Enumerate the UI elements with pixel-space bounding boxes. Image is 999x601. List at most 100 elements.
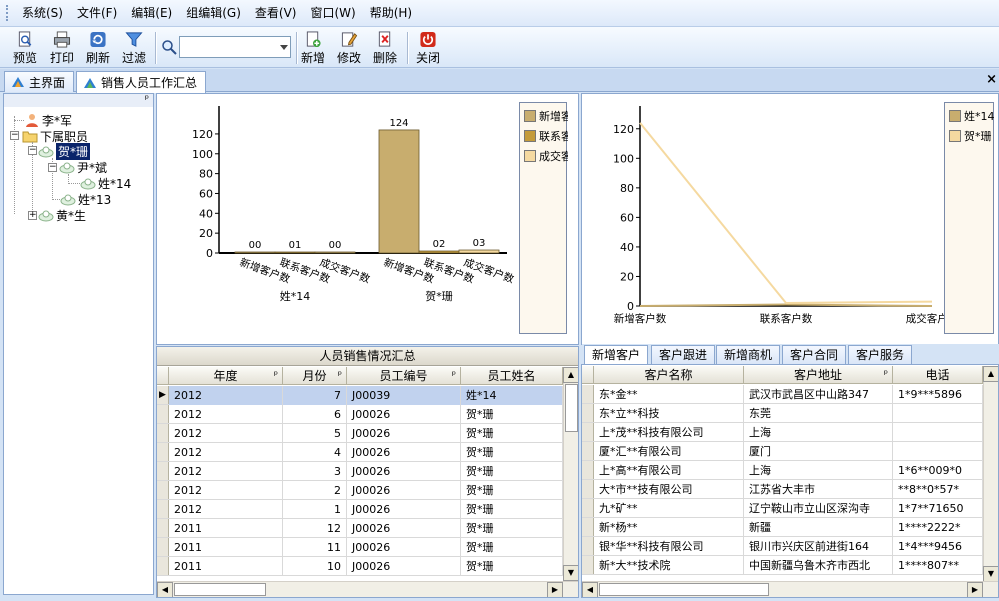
table-cell[interactable]: 2012: [169, 424, 283, 443]
tree-node-root[interactable]: 李*军: [24, 112, 72, 128]
table-cell[interactable]: 新*大**技术院: [594, 556, 744, 575]
table-row[interactable]: 九*矿** 辽宁鞍山市立山区深沟寺 1*7**71650: [582, 499, 983, 518]
pin-icon[interactable]: ᵖ: [338, 367, 342, 385]
table-cell[interactable]: 1*7**71650: [893, 499, 983, 518]
table-row[interactable]: 东*立**科技 东莞: [582, 404, 983, 423]
table-cell[interactable]: 11: [283, 538, 347, 557]
table-cell[interactable]: 7: [283, 386, 347, 405]
add-button[interactable]: 新增: [301, 30, 325, 66]
column-header-employee-id[interactable]: 员工编号 ᵖ: [347, 367, 461, 385]
table-cell[interactable]: 1*4***9456: [893, 537, 983, 556]
column-header-year[interactable]: 年度 ᵖ: [169, 367, 283, 385]
table-cell[interactable]: 银*华**科技有限公司: [594, 537, 744, 556]
table-cell[interactable]: 九*矿**: [594, 499, 744, 518]
table-row[interactable]: 2012 5 J00026 贺*珊: [157, 424, 563, 443]
table-cell[interactable]: 4: [283, 443, 347, 462]
table-cell[interactable]: 2012: [169, 386, 283, 405]
table-cell[interactable]: 2012: [169, 443, 283, 462]
table-cell[interactable]: 辽宁鞍山市立山区深沟寺: [744, 499, 893, 518]
table-cell[interactable]: 上*高**有限公司: [594, 461, 744, 480]
scroll-thumb[interactable]: [174, 583, 266, 596]
scroll-left-icon[interactable]: ◀: [582, 582, 598, 597]
table-cell[interactable]: J00026: [347, 424, 461, 443]
table-cell[interactable]: 贺*珊: [461, 462, 563, 481]
table-cell[interactable]: 2: [283, 481, 347, 500]
table-cell[interactable]: 贺*珊: [461, 481, 563, 500]
table-cell[interactable]: 厦*汇**有限公司: [594, 442, 744, 461]
table-cell[interactable]: 2012: [169, 481, 283, 500]
close-tab-icon[interactable]: ×: [986, 72, 997, 87]
table-row[interactable]: 2011 12 J00026 贺*珊: [157, 519, 563, 538]
table-cell[interactable]: 厦门: [744, 442, 893, 461]
table-cell[interactable]: J00026: [347, 500, 461, 519]
scroll-right-icon[interactable]: ▶: [547, 582, 563, 597]
table-cell[interactable]: 10: [283, 557, 347, 576]
table-row[interactable]: 厦*汇**有限公司 厦门: [582, 442, 983, 461]
search-input[interactable]: [179, 36, 291, 58]
table-cell[interactable]: J00039: [347, 386, 461, 405]
menu-view[interactable]: 查看(V): [248, 3, 304, 23]
table-row[interactable]: 东*金** 武汉市武昌区中山路347 1*9***5896: [582, 385, 983, 404]
table-cell[interactable]: 贺*珊: [461, 405, 563, 424]
menu-edit[interactable]: 编辑(E): [124, 3, 179, 23]
pin-icon[interactable]: ᵖ: [884, 366, 888, 384]
column-header-employee-name[interactable]: 员工姓名: [461, 367, 563, 385]
table-cell[interactable]: 武汉市武昌区中山路347: [744, 385, 893, 404]
horizontal-scrollbar[interactable]: ◀ ▶: [582, 581, 998, 597]
edit-button[interactable]: 修改: [337, 30, 361, 66]
table-cell[interactable]: J00026: [347, 557, 461, 576]
table-cell[interactable]: 江苏省大丰市: [744, 480, 893, 499]
table-cell[interactable]: 3: [283, 462, 347, 481]
table-cell[interactable]: 2011: [169, 519, 283, 538]
menu-help[interactable]: 帮助(H): [363, 3, 419, 23]
scroll-down-icon[interactable]: ▼: [983, 566, 998, 582]
print-button[interactable]: 打印: [50, 30, 74, 66]
collapse-icon[interactable]: −: [28, 146, 37, 155]
table-cell[interactable]: J00026: [347, 405, 461, 424]
table-cell[interactable]: **8**0*57*: [893, 480, 983, 499]
tree-node-employee[interactable]: 黄*生: [38, 207, 86, 223]
preview-button[interactable]: 预览: [13, 30, 37, 66]
table-cell[interactable]: 2012: [169, 462, 283, 481]
tree-node-employee[interactable]: 姓*14: [80, 175, 131, 191]
tree-node-employee[interactable]: 姓*13: [60, 191, 111, 207]
table-cell[interactable]: 贺*珊: [461, 500, 563, 519]
menu-system[interactable]: 系统(S): [15, 3, 70, 23]
table-cell[interactable]: 1****2222*: [893, 518, 983, 537]
column-header-customer-name[interactable]: 客户名称: [594, 366, 744, 384]
horizontal-scrollbar[interactable]: ◀ ▶: [157, 581, 578, 597]
table-cell[interactable]: 银川市兴庆区前进街164: [744, 537, 893, 556]
table-cell[interactable]: J00026: [347, 519, 461, 538]
table-cell[interactable]: J00026: [347, 538, 461, 557]
table-cell[interactable]: 1*6**009*0: [893, 461, 983, 480]
tab-new-opportunities[interactable]: 新增商机: [716, 345, 781, 364]
table-cell[interactable]: 12: [283, 519, 347, 538]
table-cell[interactable]: [893, 442, 983, 461]
table-cell[interactable]: 贺*珊: [461, 443, 563, 462]
table-row[interactable]: 上*茂**科技有限公司 上海: [582, 423, 983, 442]
tab-customer-contracts[interactable]: 客户合同: [782, 345, 847, 364]
menu-window[interactable]: 窗口(W): [303, 3, 362, 23]
filter-button[interactable]: 过滤: [122, 30, 146, 66]
table-cell[interactable]: 贺*珊: [461, 424, 563, 443]
table-cell[interactable]: 新疆: [744, 518, 893, 537]
column-header-phone[interactable]: 电话: [893, 366, 983, 384]
scroll-down-icon[interactable]: ▼: [563, 565, 578, 581]
pin-icon[interactable]: ᵖ: [145, 94, 149, 105]
table-cell[interactable]: [893, 423, 983, 442]
table-cell[interactable]: 2011: [169, 538, 283, 557]
column-header-month[interactable]: 月份 ᵖ: [283, 367, 347, 385]
table-row[interactable]: 2011 10 J00026 贺*珊: [157, 557, 563, 576]
scroll-up-icon[interactable]: ▲: [983, 366, 998, 382]
table-row[interactable]: 2012 3 J00026 贺*珊: [157, 462, 563, 481]
expand-icon[interactable]: +: [28, 211, 37, 220]
menu-file[interactable]: 文件(F): [70, 3, 124, 23]
refresh-button[interactable]: 刷新: [86, 30, 110, 66]
tree-node-employee[interactable]: 贺*珊: [38, 142, 91, 160]
table-cell[interactable]: 1****807**: [893, 556, 983, 575]
table-cell[interactable]: 东*金**: [594, 385, 744, 404]
table-cell[interactable]: 2011: [169, 557, 283, 576]
table-row[interactable]: 2012 2 J00026 贺*珊: [157, 481, 563, 500]
table-cell[interactable]: 1: [283, 500, 347, 519]
table-cell[interactable]: 东*立**科技: [594, 404, 744, 423]
